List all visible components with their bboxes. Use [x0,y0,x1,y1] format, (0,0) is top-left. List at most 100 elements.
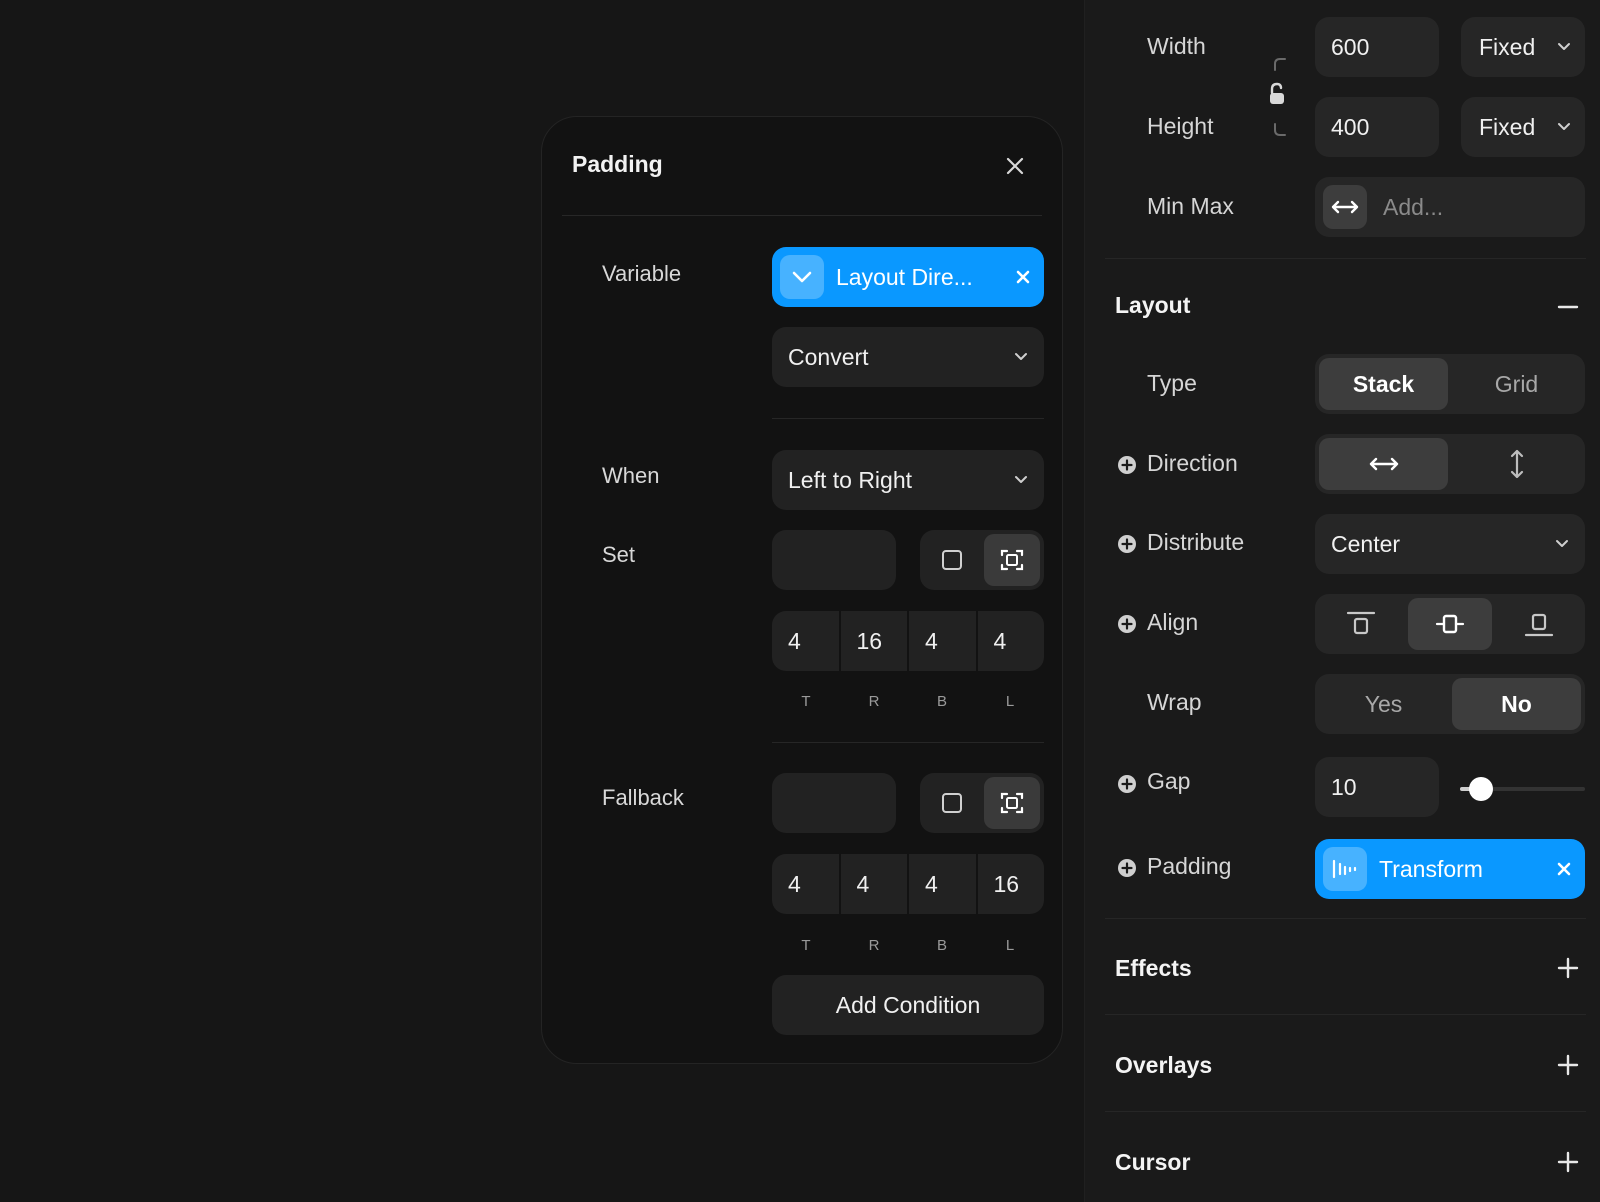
width-label: Width [1147,33,1206,59]
type-label: Type [1147,370,1197,396]
popup-title: Padding [572,151,663,177]
width-mode-select[interactable]: Fixed [1461,17,1585,77]
individual-padding-option[interactable] [984,534,1040,586]
section-divider [772,742,1044,743]
chevron-down-icon [1558,43,1570,50]
set-padding-values: 4 16 4 4 [772,611,1044,671]
align-center-icon [1435,614,1465,634]
align-top-icon [1347,611,1376,635]
width-mode-value: Fixed [1479,33,1536,60]
direction-label: Direction [1147,450,1238,476]
align-label: Align [1147,609,1199,635]
close-button[interactable] [1002,153,1028,179]
height-input[interactable]: 400 [1315,97,1439,157]
variable-chip-label: Layout Dire... [836,263,973,290]
side-label: B [936,693,947,710]
wrap-option-no[interactable]: No [1452,678,1581,730]
wrap-option-yes[interactable]: Yes [1319,678,1448,730]
chevron-down-icon [780,255,824,299]
side-label: R [868,937,880,954]
type-option-grid[interactable]: Grid [1452,358,1581,410]
when-select[interactable]: Left to Right [772,450,1044,510]
padding-popup: Padding Variable Layout Dire... Convert … [541,116,1063,1064]
side-label: T [801,937,811,954]
transform-icon [1323,847,1367,891]
set-top-input[interactable]: 4 [772,611,839,671]
chevron-down-icon [1558,123,1570,130]
plus-circle-icon[interactable] [1117,455,1137,475]
gap-slider[interactable] [1460,777,1585,801]
square-icon [942,793,962,813]
gap-input[interactable]: 10 [1315,757,1439,817]
set-left-input[interactable]: 4 [977,611,1044,671]
plus-circle-icon[interactable] [1117,534,1137,554]
gap-slider-thumb[interactable] [1469,777,1494,801]
width-input[interactable]: 600 [1315,17,1439,77]
chevron-down-icon [1015,353,1027,360]
remove-variable-icon[interactable] [1555,860,1573,878]
align-bottom-icon [1524,613,1553,637]
type-option-stack[interactable]: Stack [1319,358,1448,410]
effects-section-title: Effects [1115,955,1192,981]
popup-divider [562,215,1042,216]
close-icon [1006,157,1024,175]
aspect-lock-icon[interactable] [1267,56,1293,138]
align-segmented-control [1315,594,1585,654]
remove-variable-icon[interactable] [1014,268,1032,286]
align-center-option[interactable] [1407,598,1493,650]
chevron-down-icon [1556,540,1568,547]
distribute-select[interactable]: Center [1315,514,1585,574]
variable-chip[interactable]: Layout Dire... [772,247,1044,307]
uniform-padding-option[interactable] [924,534,980,586]
section-divider [1105,1014,1586,1015]
plus-icon[interactable] [1557,1054,1579,1076]
plus-circle-icon[interactable] [1117,774,1137,794]
collapse-icon[interactable] [1557,296,1579,318]
fallback-bottom-input[interactable]: 4 [909,854,976,914]
height-mode-value: Fixed [1479,113,1536,140]
uniform-padding-option[interactable] [924,777,980,829]
set-right-input[interactable]: 16 [840,611,907,671]
fallback-left-input[interactable]: 16 [977,854,1044,914]
convert-select[interactable]: Convert [772,327,1044,387]
set-padding-mode-toggle [920,530,1044,590]
side-label: B [936,937,947,954]
vertical-arrows-icon [1510,449,1523,479]
section-divider [1105,258,1586,259]
fallback-label: Fallback [602,785,684,810]
fallback-right-input[interactable]: 4 [840,854,907,914]
padding-variable-chip[interactable]: Transform [1315,839,1585,899]
fallback-top-input[interactable]: 4 [772,854,839,914]
cursor-section-title: Cursor [1115,1149,1191,1175]
direction-vertical-option[interactable] [1452,438,1581,490]
horizontal-arrows-icon [1331,200,1359,214]
add-condition-button[interactable]: Add Condition [772,975,1044,1035]
fallback-padding-mode-toggle [920,773,1044,833]
plus-icon[interactable] [1557,1151,1579,1173]
height-mode-select[interactable]: Fixed [1461,97,1585,157]
individual-sides-icon [1000,792,1024,814]
align-bottom-option[interactable] [1496,598,1581,650]
square-icon [942,550,962,570]
fallback-uniform-input[interactable] [772,773,896,833]
set-side-labels: T R B L [772,693,1044,710]
horizontal-arrows-icon [1369,457,1398,471]
when-select-value: Left to Right [788,466,913,493]
plus-icon[interactable] [1557,957,1579,979]
when-label: When [602,463,660,488]
minmax-field[interactable]: Add... [1315,177,1585,237]
set-bottom-input[interactable]: 4 [909,611,976,671]
minmax-icon-box [1323,185,1367,229]
plus-circle-icon[interactable] [1117,858,1137,878]
side-label: L [1005,693,1015,710]
plus-circle-icon[interactable] [1117,614,1137,634]
individual-padding-option[interactable] [984,777,1040,829]
individual-sides-icon [1000,549,1024,571]
properties-sidebar: Width 600 Fixed Height 400 Fixed Min Max… [1084,0,1600,1202]
set-uniform-input[interactable] [772,530,896,590]
wrap-segmented-control: Yes No [1315,674,1585,734]
convert-select-value: Convert [788,343,869,370]
overlays-section-title: Overlays [1115,1052,1213,1078]
align-top-option[interactable] [1319,598,1404,650]
direction-horizontal-option[interactable] [1319,438,1448,490]
